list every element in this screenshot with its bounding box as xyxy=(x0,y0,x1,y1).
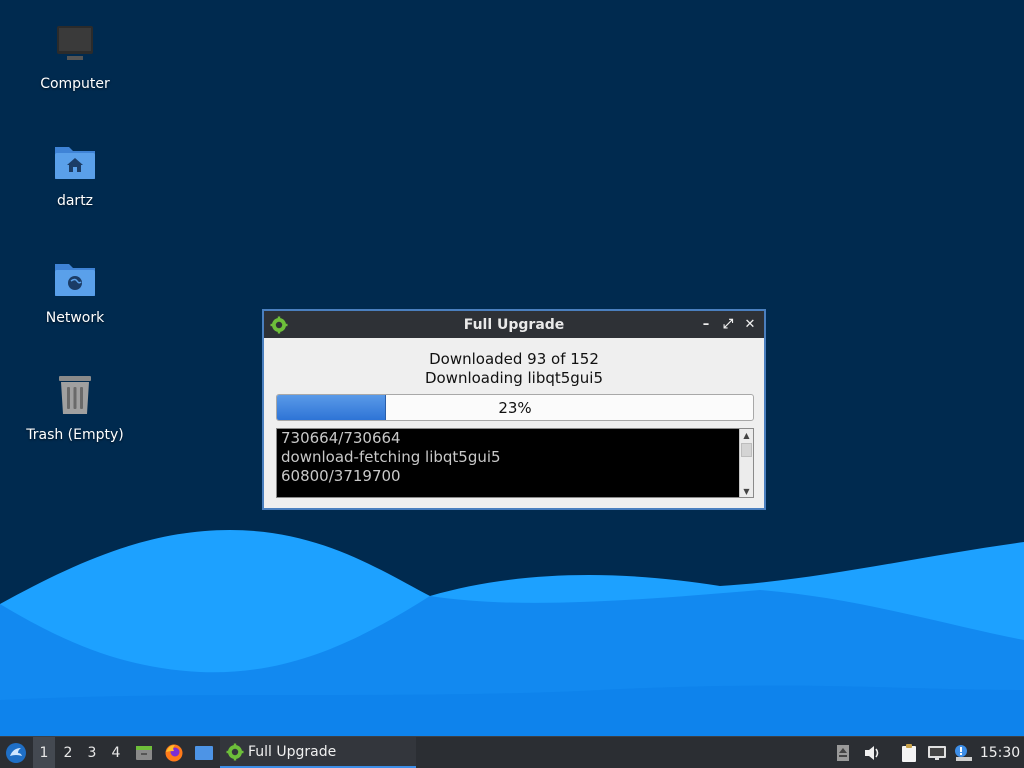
workspace-4[interactable]: 4 xyxy=(105,737,127,768)
show-desktop-button[interactable] xyxy=(192,737,216,768)
taskbar: 1 2 3 4 Full Upgrade 15:30 xyxy=(0,736,1024,768)
desktop-icon-label: dartz xyxy=(56,193,94,209)
tray-notifications[interactable] xyxy=(952,737,974,768)
home-folder-icon xyxy=(55,147,95,179)
scroll-up-icon[interactable]: ▲ xyxy=(740,429,753,441)
dialog-title: Full Upgrade xyxy=(463,316,565,333)
log-line: 60800/3719700 xyxy=(281,467,401,485)
tray-clipboard[interactable] xyxy=(898,737,920,768)
clock[interactable]: 15:30 xyxy=(980,737,1020,768)
download-count-text: Downloaded 93 of 152 xyxy=(429,350,599,368)
trash-icon xyxy=(59,376,91,414)
desktop-icon-network[interactable]: Network xyxy=(15,256,135,326)
firefox-launcher[interactable] xyxy=(162,737,186,768)
scroll-thumb[interactable] xyxy=(741,443,752,457)
desktop-icon-label: Network xyxy=(45,310,105,326)
workspace-2[interactable]: 2 xyxy=(57,737,79,768)
updates-icon xyxy=(837,744,849,761)
log-line: 730664/730664 xyxy=(281,429,401,447)
download-package-text: Downloading libqt5gui5 xyxy=(424,369,604,387)
close-button[interactable]: ✕ xyxy=(742,315,758,333)
firefox-icon xyxy=(165,744,183,761)
log-scrollbar[interactable]: ▲ ▼ xyxy=(739,429,753,497)
maximize-button[interactable]: ⤢ xyxy=(720,315,736,333)
clipboard-icon xyxy=(902,743,916,762)
progress-bar: 23% xyxy=(276,394,754,421)
minimize-button[interactable]: – xyxy=(698,315,714,333)
dialog-titlebar[interactable]: Full Upgrade – ⤢ ✕ xyxy=(264,311,764,338)
gear-icon xyxy=(270,316,288,334)
task-label: Full Upgrade xyxy=(248,743,337,760)
desktop-icon-trash[interactable]: Trash (Empty) xyxy=(15,373,135,443)
workspace-1[interactable]: 1 xyxy=(33,737,55,768)
gear-icon xyxy=(226,743,244,760)
desktop-icon-label: Trash (Empty) xyxy=(26,427,124,443)
desktop-icon-computer[interactable]: Computer xyxy=(15,22,135,92)
scroll-down-icon[interactable]: ▼ xyxy=(740,485,753,497)
network-icon xyxy=(928,745,946,760)
tray-updates[interactable] xyxy=(834,737,852,768)
start-menu-button[interactable] xyxy=(3,737,29,768)
task-full-upgrade[interactable]: Full Upgrade xyxy=(220,737,416,768)
progress-label: 23% xyxy=(498,398,532,417)
file-manager-launcher[interactable] xyxy=(132,737,156,768)
desktop-icon-home[interactable]: dartz xyxy=(15,139,135,209)
log-line: download-fetching libqt5gui5 xyxy=(281,448,501,466)
network-folder-icon xyxy=(55,264,95,296)
volume-icon xyxy=(865,745,879,760)
file-manager-icon xyxy=(136,745,152,760)
lubuntu-logo-icon xyxy=(6,742,26,763)
desktop-icon-label: Computer xyxy=(40,76,110,92)
output-log[interactable]: 730664/730664 download-fetching libqt5gu… xyxy=(276,428,754,498)
full-upgrade-dialog: Full Upgrade – ⤢ ✕ Downloaded 93 of 152 … xyxy=(262,309,766,510)
tray-network[interactable] xyxy=(926,737,948,768)
computer-icon xyxy=(57,26,93,60)
tray-volume[interactable] xyxy=(862,737,882,768)
notification-icon xyxy=(955,744,972,761)
desktop-icon xyxy=(195,745,213,760)
workspace-3[interactable]: 3 xyxy=(81,737,103,768)
